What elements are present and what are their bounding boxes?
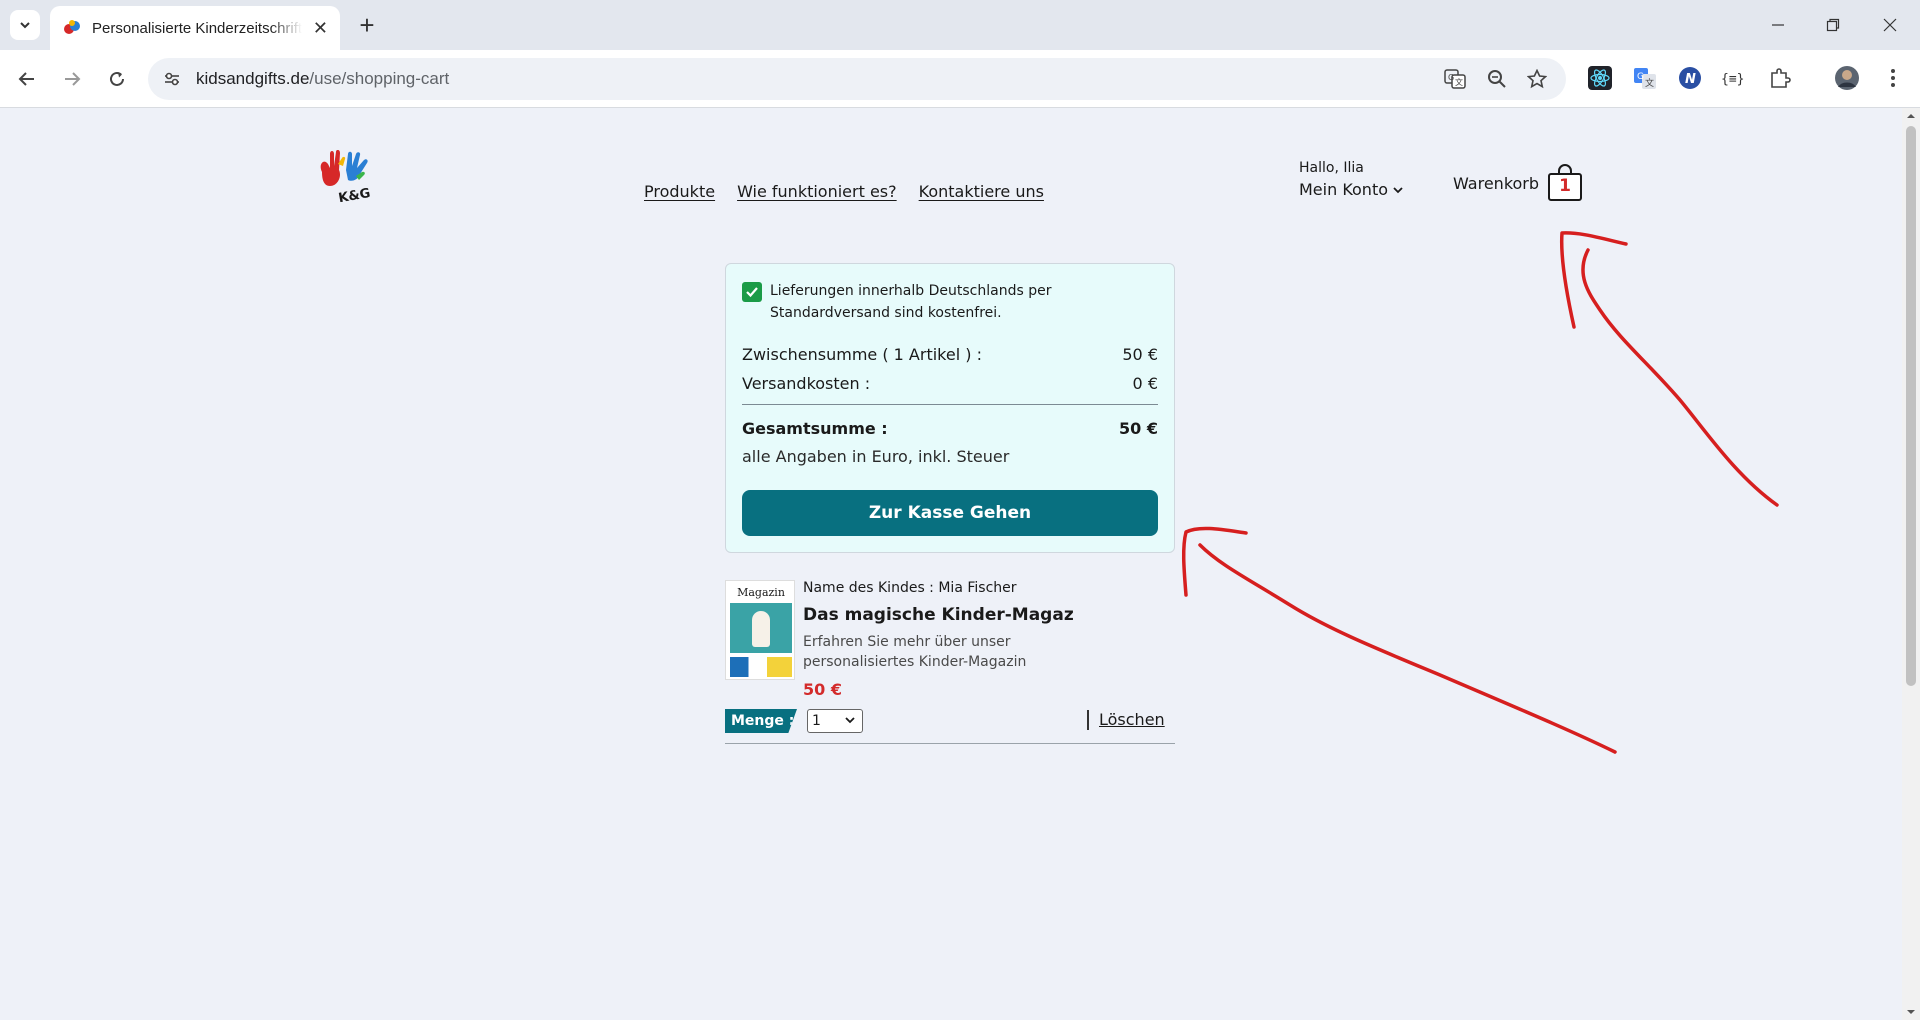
arrow-to-cart-shaft [1581, 248, 1779, 507]
arrow-to-cart-head [1559, 231, 1628, 329]
arrow-to-checkout-shaft [1198, 543, 1617, 754]
annotation-arrows [1181, 231, 1779, 754]
arrow-to-checkout-head [1181, 526, 1248, 597]
